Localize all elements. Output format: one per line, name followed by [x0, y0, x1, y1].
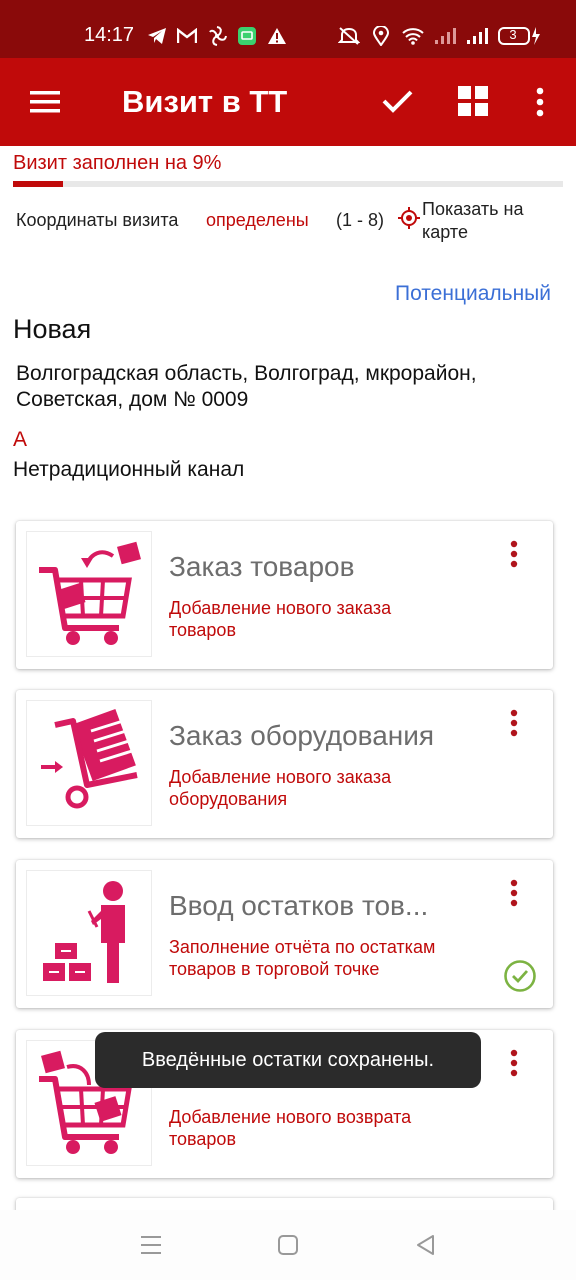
hand-truck-icon	[26, 700, 152, 826]
signal-icon	[434, 25, 456, 47]
gmail-icon	[176, 25, 198, 47]
more-vert-icon	[510, 879, 518, 907]
more-vert-icon	[510, 709, 518, 737]
show-on-map-label: Показать на карте	[422, 199, 524, 242]
outlet-channel: Нетрадиционный канал	[13, 458, 245, 481]
card-title: Ввод остатков тов...	[169, 890, 429, 921]
card-menu-button[interactable]	[504, 1048, 524, 1078]
card-menu-button[interactable]	[504, 878, 524, 908]
warning-icon	[266, 25, 288, 47]
outlet-type-link[interactable]: Потенциальный	[395, 282, 551, 306]
card-description: Добавление нового заказа товаров	[169, 598, 392, 640]
outlet-category: А	[13, 428, 28, 451]
more-vert-icon	[510, 1049, 518, 1077]
outlet-name: Новая	[13, 314, 92, 344]
completed-check-icon	[503, 959, 537, 993]
card-menu-button[interactable]	[504, 708, 524, 738]
shopping-cart-icon	[26, 531, 152, 657]
visit-progress-bar	[13, 181, 563, 187]
menu-icon	[30, 91, 60, 113]
check-icon	[382, 90, 413, 113]
card-order-equipment[interactable]: Заказ оборудования Добавление нового зак…	[16, 690, 553, 838]
recents-icon	[141, 1236, 161, 1254]
more-options-button[interactable]	[528, 84, 552, 120]
card-order-goods[interactable]: Заказ товаров Добавление нового заказа т…	[16, 521, 553, 669]
location-icon	[370, 25, 392, 47]
back-icon	[417, 1235, 434, 1255]
coordinates-label: Координаты визита	[16, 210, 179, 230]
grid-icon	[458, 86, 488, 116]
more-vert-icon	[536, 87, 544, 117]
card-title: Заказ товаров	[169, 551, 355, 582]
outlet-address: Волгоградская область, Волгоград, мкрора…	[16, 362, 477, 411]
toast-message: Введённые остатки сохранены.	[95, 1032, 481, 1088]
more-vert-icon	[510, 540, 518, 568]
message-app-icon	[236, 25, 258, 47]
back-button[interactable]	[413, 1232, 439, 1258]
card-description: Добавление нового заказа оборудования	[169, 767, 392, 809]
app-bar: Визит в ТТ	[0, 58, 576, 146]
target-icon	[398, 207, 420, 229]
system-nav-bar	[0, 1210, 576, 1280]
grid-view-button[interactable]	[456, 84, 490, 118]
status-time: 14:17	[84, 24, 135, 46]
home-icon	[278, 1235, 298, 1255]
battery-level: 3	[509, 27, 517, 42]
signal-icon	[466, 25, 488, 47]
save-visit-button[interactable]	[377, 84, 417, 120]
coordinates-row: Координаты визита определены (1 - 8) Пок…	[16, 199, 564, 248]
telegram-icon	[146, 25, 168, 47]
recents-button[interactable]	[138, 1232, 164, 1258]
card-description: Заполнение отчёта по остаткам товаров в …	[169, 937, 436, 979]
notification-icons	[146, 24, 288, 48]
pinwheel-icon	[206, 25, 228, 47]
coordinates-range: (1 - 8)	[336, 210, 385, 230]
card-stock-entry[interactable]: Ввод остатков тов... Заполнение отчёта п…	[16, 860, 553, 1008]
visit-progress-label: Визит заполнен на 9%	[13, 152, 222, 174]
inventory-person-icon	[26, 870, 152, 996]
menu-button[interactable]	[22, 82, 66, 122]
wifi-icon	[402, 25, 424, 47]
card-menu-button[interactable]	[504, 539, 524, 569]
home-button[interactable]	[275, 1232, 301, 1258]
status-bar: 14:17 3	[0, 0, 576, 58]
card-description: Добавление нового возврата товаров	[169, 1107, 412, 1149]
visit-progress-fill	[13, 181, 63, 187]
card-title: Заказ оборудования	[169, 720, 435, 751]
mute-icon	[338, 25, 360, 47]
page-title: Визит в ТТ	[122, 84, 288, 119]
coordinates-status: определены	[206, 210, 309, 230]
